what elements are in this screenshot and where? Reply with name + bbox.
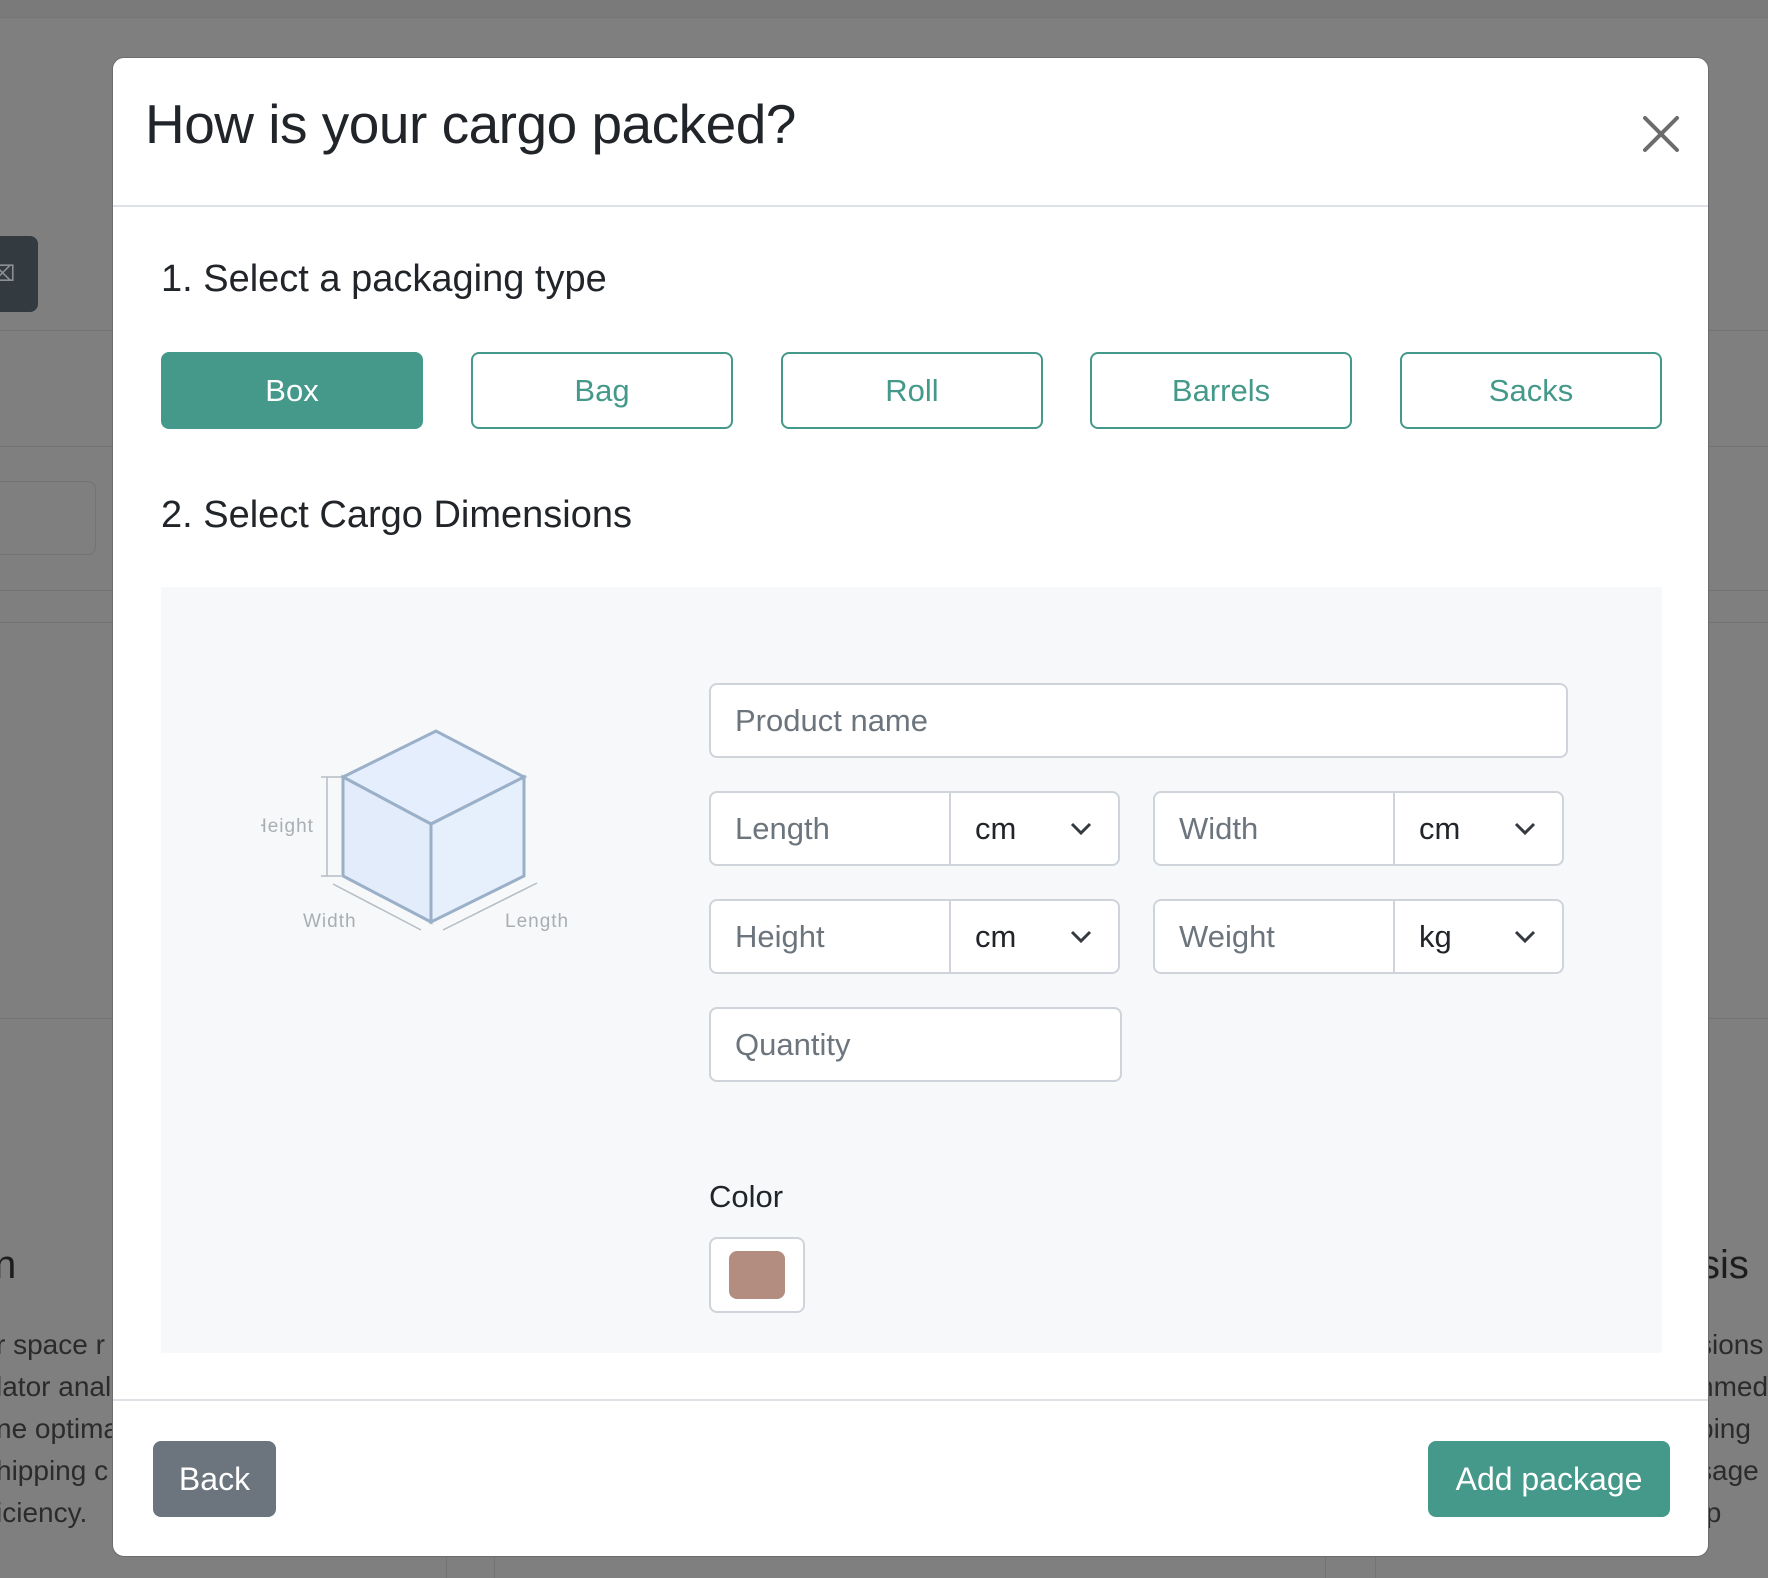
modal-footer: Back Add package: [113, 1399, 1708, 1556]
packaging-roll-button[interactable]: Roll: [781, 352, 1043, 429]
close-button[interactable]: [1635, 108, 1687, 160]
width-placeholder: Width: [1179, 810, 1259, 846]
diagram-width-label: Width: [303, 911, 357, 932]
packaging-bag-button[interactable]: Bag: [471, 352, 733, 429]
packaging-modal: How is your cargo packed? 1. Select a pa…: [112, 57, 1709, 1557]
background-heading: n: [0, 1243, 17, 1287]
width-unit-value: cm: [1419, 810, 1461, 846]
background-paragraph: r space r lator anal ne optima hipping c…: [0, 1329, 119, 1528]
product-name-input[interactable]: Product name: [709, 683, 1568, 758]
width-unit-select[interactable]: cm: [1395, 793, 1562, 864]
diagram-height-label: Height: [261, 816, 314, 837]
length-input-group: Length cm: [709, 791, 1120, 866]
background-button-icon: ⌧: [0, 261, 16, 286]
background-divider: [0, 590, 112, 591]
color-swatch: [729, 1251, 785, 1299]
background-divider: [1709, 330, 1768, 331]
length-unit-value: cm: [975, 810, 1017, 846]
weight-placeholder: Weight: [1179, 918, 1275, 954]
background-top-bar: [0, 0, 1768, 18]
chevron-down-icon: [1070, 822, 1092, 835]
dimensions-panel: Height Width Length Product name Length …: [161, 587, 1662, 1353]
width-input-group: Width cm: [1153, 791, 1564, 866]
background-input: [0, 481, 96, 555]
back-button[interactable]: Back: [153, 1441, 276, 1517]
color-picker[interactable]: [709, 1237, 805, 1313]
packaging-barrels-button[interactable]: Barrels: [1090, 352, 1352, 429]
background-dark-button: ⌧: [0, 236, 38, 312]
background-divider: [0, 330, 112, 331]
box-dimensions-diagram: Height Width Length: [253, 717, 661, 977]
background-divider: [1709, 590, 1768, 591]
cube-icon: Height Width Length: [253, 729, 569, 932]
modal-header: How is your cargo packed?: [113, 58, 1708, 207]
background-divider: [0, 446, 112, 447]
height-placeholder: Height: [735, 918, 825, 954]
height-unit-value: cm: [975, 918, 1017, 954]
background-divider: [0, 622, 112, 623]
packaging-sacks-button[interactable]: Sacks: [1400, 352, 1662, 429]
background-divider: [1709, 1018, 1768, 1019]
weight-input[interactable]: Weight: [1155, 901, 1395, 972]
step2-title: 2. Select Cargo Dimensions: [161, 494, 632, 536]
quantity-placeholder: Quantity: [735, 1026, 851, 1062]
color-label: Color: [709, 1179, 784, 1214]
background-divider: [0, 1018, 112, 1019]
weight-unit-value: kg: [1419, 918, 1452, 954]
height-input[interactable]: Height: [711, 901, 951, 972]
packaging-box-button[interactable]: Box: [161, 352, 423, 429]
length-input[interactable]: Length: [711, 793, 951, 864]
step1-title: 1. Select a packaging type: [161, 258, 607, 300]
background-divider: [1709, 622, 1768, 623]
length-placeholder: Length: [735, 810, 830, 846]
length-unit-select[interactable]: cm: [951, 793, 1118, 864]
chevron-down-icon: [1514, 930, 1536, 943]
chevron-down-icon: [1514, 822, 1536, 835]
width-input[interactable]: Width: [1155, 793, 1395, 864]
quantity-input[interactable]: Quantity: [709, 1007, 1122, 1082]
product-name-placeholder: Product name: [735, 702, 928, 738]
modal-title: How is your cargo packed?: [145, 93, 796, 155]
height-unit-select[interactable]: cm: [951, 901, 1118, 972]
add-package-button[interactable]: Add package: [1428, 1441, 1670, 1517]
height-input-group: Height cm: [709, 899, 1120, 974]
weight-input-group: Weight kg: [1153, 899, 1564, 974]
close-icon: [1643, 116, 1679, 152]
weight-unit-select[interactable]: kg: [1395, 901, 1562, 972]
background-divider: [1709, 446, 1768, 447]
chevron-down-icon: [1070, 930, 1092, 943]
diagram-length-label: Length: [505, 911, 569, 932]
